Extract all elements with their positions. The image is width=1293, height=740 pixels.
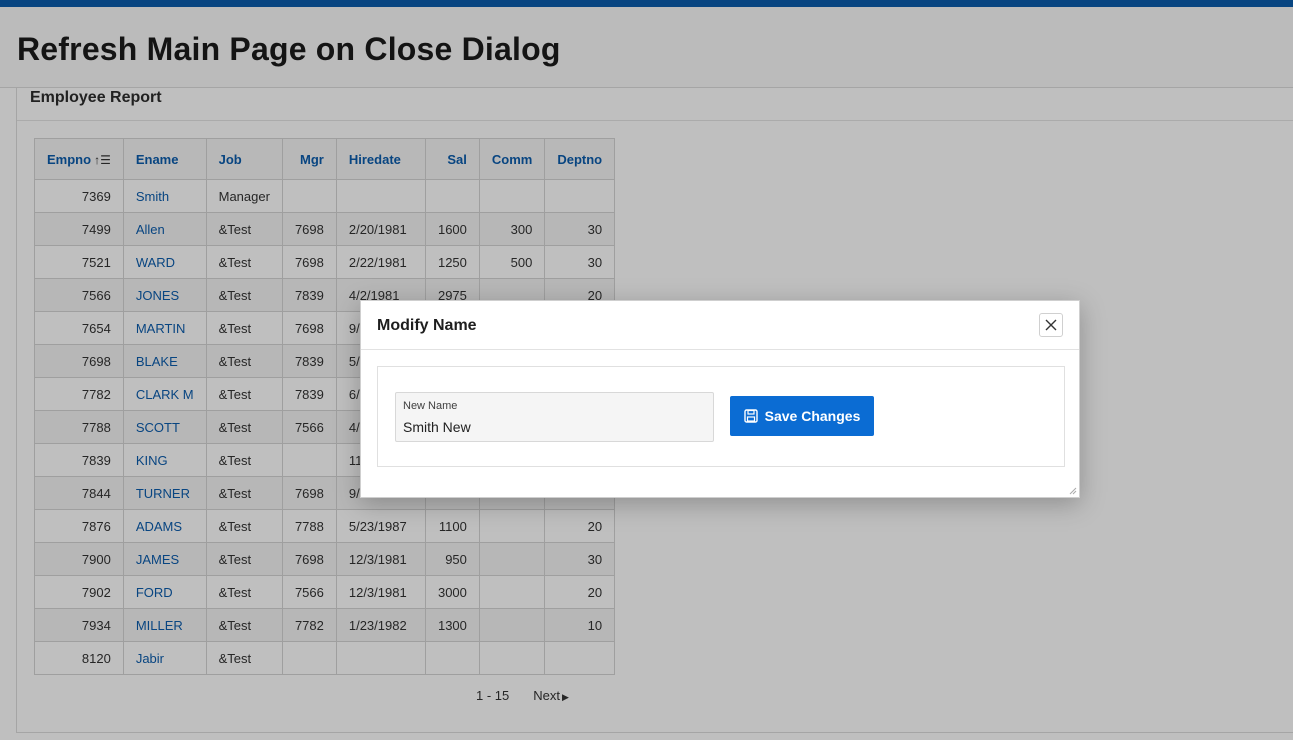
close-icon: [1045, 319, 1057, 331]
resize-handle-icon[interactable]: [1069, 487, 1077, 495]
save-changes-button[interactable]: Save Changes: [730, 396, 874, 436]
new-name-field: New Name: [395, 392, 714, 442]
dialog-divider: [361, 349, 1079, 350]
save-changes-label: Save Changes: [764, 408, 861, 424]
new-name-input[interactable]: [403, 419, 703, 435]
save-icon: [743, 409, 758, 423]
modify-name-dialog: Modify Name New Name Save Changes: [360, 300, 1080, 498]
dialog-close-button[interactable]: [1039, 313, 1063, 337]
dialog-title: Modify Name: [377, 317, 477, 334]
new-name-label: New Name: [403, 400, 458, 412]
dialog-body: New Name Save Changes: [377, 366, 1065, 467]
